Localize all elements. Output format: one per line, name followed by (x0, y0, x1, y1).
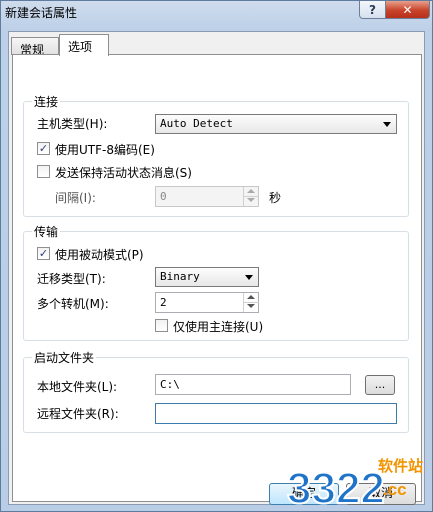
browse-label: ... (374, 378, 386, 391)
local-folder-label: 本地文件夹(L): (37, 380, 118, 394)
host-type-value: Auto Detect (160, 117, 233, 130)
watermark-domain: .cc (383, 480, 407, 499)
host-type-label: 主机类型(H): (37, 117, 108, 131)
multi-transfer-input[interactable]: 2 (155, 292, 259, 313)
transfer-type-select[interactable]: Binary (155, 267, 259, 287)
utf8-label: 使用UTF-8编码(E) (55, 143, 155, 157)
startup-folder-group-title: 启动文件夹 (32, 349, 97, 366)
help-icon: ? (369, 2, 376, 17)
transfer-group: 传输 ✓ 使用被动模式(P) 迁移类型(T): Binary 多个转机(M): … (23, 223, 409, 341)
multi-transfer-label: 多个转机(M): (37, 297, 109, 311)
window-title: 新建会话属性 (5, 6, 78, 20)
title-bar[interactable]: 新建会话属性 ? ✕ (1, 1, 432, 23)
interval-unit: 秒 (269, 191, 282, 205)
tab-general[interactable]: 常规 (11, 37, 59, 57)
interval-spinner[interactable] (243, 187, 259, 206)
main-only-label: 仅使用主连接(U) (173, 320, 264, 334)
chevron-down-icon (383, 122, 391, 127)
options-panel: 连接 主机类型(H): Auto Detect ✓ 使用UTF-8编码(E) 发… (12, 54, 422, 502)
watermark-site-name: 软件站 (378, 457, 423, 475)
spin-down-icon (247, 304, 255, 308)
startup-folder-group: 启动文件夹 本地文件夹(L): C:\ ... 远程文件夹(R): (23, 349, 409, 433)
keepalive-label: 发送保持活动状态消息(S) (55, 166, 192, 180)
keepalive-checkbox[interactable] (37, 165, 50, 178)
passive-mode-checkbox[interactable]: ✓ (37, 247, 50, 260)
browse-button[interactable]: ... (365, 375, 395, 395)
local-folder-value: C:\ (160, 378, 180, 391)
watermark-number: 3322 (287, 464, 385, 511)
help-button[interactable]: ? (359, 1, 386, 19)
transfer-type-value: Binary (160, 270, 200, 283)
host-type-select[interactable]: Auto Detect (155, 114, 397, 134)
local-folder-input[interactable]: C:\ (155, 374, 351, 395)
close-button[interactable]: ✕ (385, 1, 430, 19)
remote-folder-label: 远程文件夹(R): (37, 407, 119, 421)
main-only-checkbox[interactable] (155, 319, 168, 332)
transfer-type-label: 迁移类型(T): (37, 272, 106, 286)
connection-group-title: 连接 (32, 93, 61, 110)
utf8-checkbox[interactable]: ✓ (37, 142, 50, 155)
spin-down-icon (247, 198, 255, 202)
close-icon: ✕ (402, 2, 413, 17)
dialog-client: 常规 选项 连接 主机类型(H): Auto Detect ✓ 使用UTF-8编… (8, 31, 425, 505)
dialog-window: 新建会话属性 ? ✕ 常规 选项 连接 主机类型(H): Auto Detect… (0, 0, 433, 512)
spin-up-icon (247, 295, 255, 299)
interval-value: 0 (160, 190, 167, 203)
connection-group: 连接 主机类型(H): Auto Detect ✓ 使用UTF-8编码(E) 发… (23, 93, 409, 217)
multi-transfer-spinner[interactable] (243, 293, 259, 312)
spin-up-icon (247, 189, 255, 193)
tab-options[interactable]: 选项 (59, 34, 109, 56)
multi-transfer-value: 2 (160, 296, 167, 309)
passive-mode-label: 使用被动模式(P) (55, 248, 144, 262)
remote-folder-input[interactable] (155, 403, 397, 424)
chevron-down-icon (245, 275, 253, 280)
transfer-group-title: 传输 (32, 223, 61, 240)
interval-input[interactable]: 0 (155, 186, 259, 207)
watermark-logo: 3322 软件站 .cc (286, 457, 423, 511)
interval-label: 间隔(I): (55, 191, 96, 205)
tab-label: 选项 (68, 40, 93, 54)
